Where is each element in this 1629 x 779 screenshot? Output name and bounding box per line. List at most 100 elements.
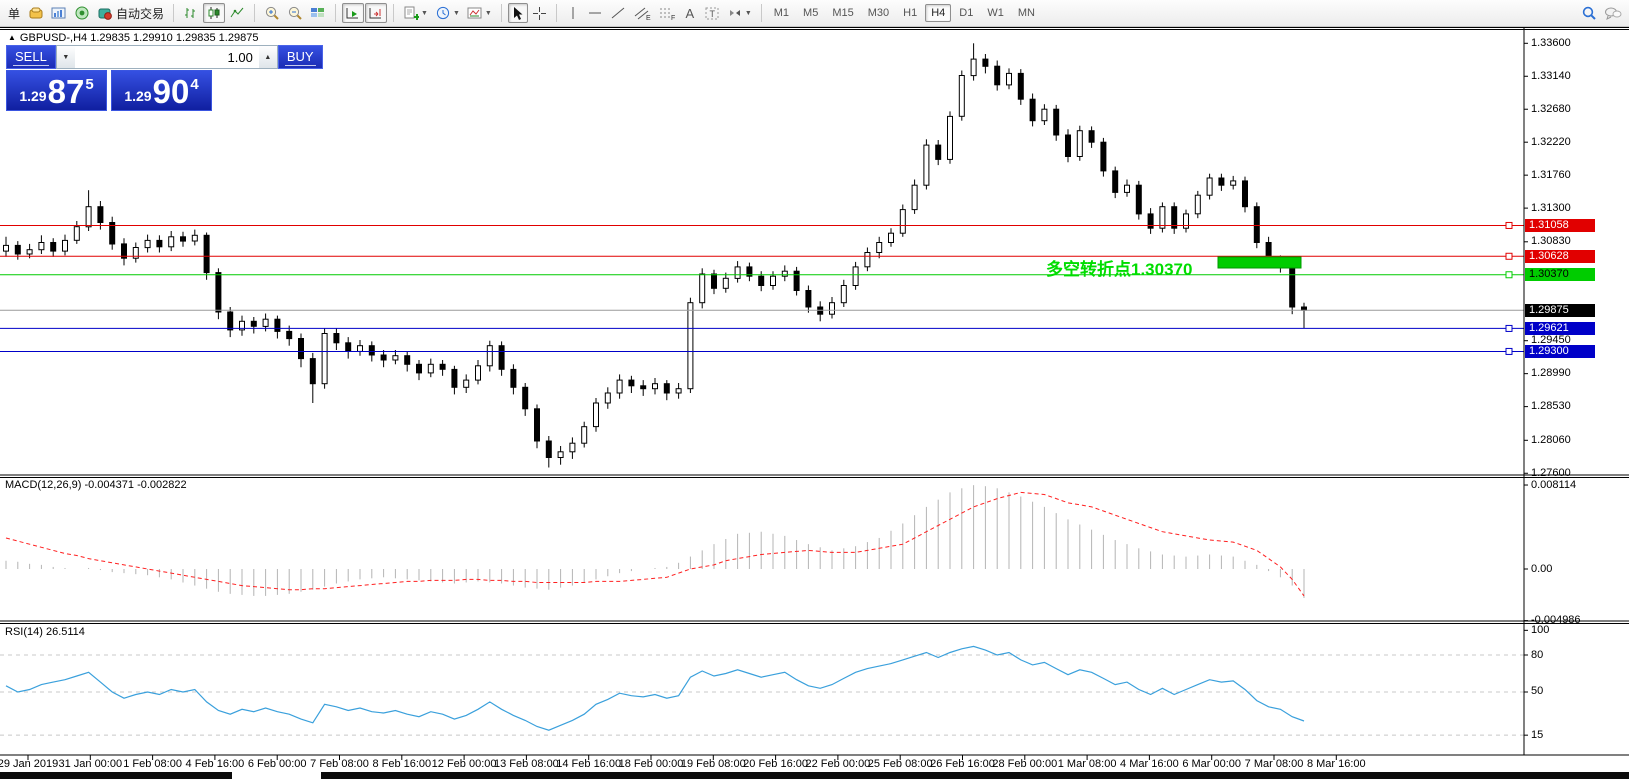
chat-icon[interactable] bbox=[1601, 3, 1625, 23]
time-axis-label[interactable]: 20 Feb 16:00 bbox=[743, 758, 808, 770]
chart-annotation-text[interactable]: 多空转折点1.30370 bbox=[1046, 255, 1192, 280]
time-axis-label[interactable]: 26 Feb 16:00 bbox=[930, 758, 995, 770]
text-label-icon[interactable]: T bbox=[701, 3, 723, 23]
timeframe-button-m15[interactable]: M15 bbox=[826, 4, 859, 22]
price-level-tag-1.30628[interactable]: 1.30628 bbox=[1525, 250, 1595, 263]
indicators-icon[interactable]: ▼ bbox=[400, 3, 431, 23]
volume-decrease-button[interactable]: ▼ bbox=[57, 46, 75, 68]
price-level-tag-1.29875[interactable]: 1.29875 bbox=[1525, 304, 1595, 317]
sell-button[interactable]: SELL bbox=[6, 45, 56, 69]
chart-window-border bbox=[0, 29, 1629, 30]
price-tick-label: 1.27600 bbox=[1531, 467, 1571, 479]
time-axis-label[interactable]: 28 Feb 00:00 bbox=[992, 758, 1057, 770]
time-axis-label[interactable]: 7 Mar 08:00 bbox=[1245, 758, 1304, 770]
new-order-button[interactable]: 单 bbox=[4, 3, 24, 23]
toolbar-separator bbox=[335, 4, 336, 22]
chevron-down-icon: ▼ bbox=[421, 10, 428, 17]
mt4-terminal: 单 自动交易 bbox=[0, 0, 1629, 779]
timeframe-button-w1[interactable]: W1 bbox=[981, 4, 1010, 22]
time-axis-label[interactable]: 7 Feb 08:00 bbox=[310, 758, 369, 770]
autotrading-label: 自动交易 bbox=[116, 5, 164, 22]
search-icon[interactable] bbox=[1578, 3, 1600, 23]
price-level-tag-1.29300[interactable]: 1.29300 bbox=[1525, 345, 1595, 358]
line-chart-icon[interactable] bbox=[226, 3, 248, 23]
autotrading-button[interactable]: 自动交易 bbox=[94, 3, 167, 23]
toolbar-separator bbox=[556, 4, 557, 22]
tile-windows-icon[interactable] bbox=[307, 3, 329, 23]
horizontal-line-icon[interactable] bbox=[584, 3, 606, 23]
gold-cube-icon[interactable] bbox=[25, 3, 47, 23]
equidistant-channel-icon[interactable]: E bbox=[630, 3, 654, 23]
price-level-tag-1.29621[interactable]: 1.29621 bbox=[1525, 322, 1595, 335]
chart-window-icon[interactable] bbox=[48, 3, 70, 23]
chart-canvas[interactable] bbox=[0, 0, 1629, 779]
timeframe-button-m5[interactable]: M5 bbox=[797, 4, 824, 22]
rsi-tick-label: 15 bbox=[1531, 729, 1543, 741]
text-icon[interactable]: A bbox=[680, 3, 700, 23]
trendline-icon[interactable] bbox=[607, 3, 629, 23]
rsi-tick-label: 80 bbox=[1531, 649, 1543, 661]
one-click-trading-panel: SELL ▼ ▲ BUY 1.29875 1.29904 bbox=[6, 45, 212, 111]
fibonacci-icon[interactable]: F bbox=[655, 3, 679, 23]
time-axis-label[interactable]: 12 Feb 00:00 bbox=[432, 758, 497, 770]
time-axis-label[interactable]: 19 Feb 08:00 bbox=[681, 758, 746, 770]
time-axis-label[interactable]: 13 Feb 08:00 bbox=[494, 758, 559, 770]
timeframe-button-mn[interactable]: MN bbox=[1012, 4, 1041, 22]
price-level-tag-1.30370[interactable]: 1.30370 bbox=[1525, 268, 1595, 281]
time-axis-label[interactable]: 31 Jan 00:00 bbox=[58, 758, 122, 770]
time-axis-label[interactable]: 6 Mar 00:00 bbox=[1182, 758, 1241, 770]
timeframe-button-m1[interactable]: M1 bbox=[768, 4, 795, 22]
toolbar-separator bbox=[254, 4, 255, 22]
time-axis-label[interactable]: 22 Feb 00:00 bbox=[805, 758, 870, 770]
candlestick-chart-icon[interactable] bbox=[203, 3, 225, 23]
time-axis-label[interactable]: 8 Feb 16:00 bbox=[372, 758, 431, 770]
timeframe-button-d1[interactable]: D1 bbox=[953, 4, 979, 22]
panel-collapse-arrow[interactable]: ▲ bbox=[8, 33, 16, 42]
time-axis-label[interactable]: 4 Mar 16:00 bbox=[1120, 758, 1179, 770]
bar-chart-icon[interactable] bbox=[180, 3, 202, 23]
chevron-down-icon: ▼ bbox=[453, 10, 460, 17]
level-anchor-square bbox=[1506, 325, 1512, 331]
chart-title: ▲GBPUSD-,H4 1.29835 1.29910 1.29835 1.29… bbox=[8, 32, 258, 44]
signal-icon[interactable] bbox=[71, 3, 93, 23]
timeframe-button-h4[interactable]: H4 bbox=[925, 4, 951, 22]
arrows-icon[interactable]: ▼ bbox=[724, 3, 755, 23]
time-axis-label[interactable]: 1 Feb 08:00 bbox=[123, 758, 182, 770]
chart-shift-icon[interactable] bbox=[365, 3, 387, 23]
buy-price[interactable]: 1.29904 bbox=[111, 70, 212, 111]
buy-button[interactable]: BUY bbox=[278, 45, 323, 69]
level-anchor-square bbox=[1506, 272, 1512, 278]
sell-price[interactable]: 1.29875 bbox=[6, 70, 107, 111]
timeframe-button-m30[interactable]: M30 bbox=[862, 4, 895, 22]
price-tick-label: 1.32680 bbox=[1531, 103, 1571, 115]
rsi-tick-label: 100 bbox=[1531, 624, 1549, 636]
time-axis-label[interactable]: 4 Feb 16:00 bbox=[186, 758, 245, 770]
zoom-in-icon[interactable] bbox=[261, 3, 283, 23]
crosshair-icon[interactable] bbox=[529, 3, 550, 23]
volume-input[interactable] bbox=[75, 46, 259, 68]
macd-pane bbox=[6, 485, 1304, 598]
templates-icon[interactable]: ▼ bbox=[464, 3, 495, 23]
rsi-line bbox=[6, 646, 1304, 730]
toolbar-separator bbox=[761, 4, 762, 22]
zoom-out-icon[interactable] bbox=[284, 3, 306, 23]
svg-text:E: E bbox=[646, 15, 651, 21]
time-axis-label[interactable]: 29 Jan 2019 bbox=[0, 758, 58, 770]
timeframe-button-h1[interactable]: H1 bbox=[897, 4, 923, 22]
time-axis-label[interactable]: 1 Mar 08:00 bbox=[1058, 758, 1117, 770]
chevron-down-icon: ▼ bbox=[485, 10, 492, 17]
volume-increase-button[interactable]: ▲ bbox=[259, 46, 277, 68]
time-axis-label[interactable]: 8 Mar 16:00 bbox=[1307, 758, 1366, 770]
time-axis-label[interactable]: 25 Feb 08:00 bbox=[868, 758, 933, 770]
price-tick-label: 1.33140 bbox=[1531, 70, 1571, 82]
toolbar-separator bbox=[173, 4, 174, 22]
auto-scroll-icon[interactable] bbox=[342, 3, 364, 23]
periods-icon[interactable]: ▼ bbox=[432, 3, 463, 23]
time-axis-label[interactable]: 18 Feb 00:00 bbox=[619, 758, 684, 770]
level-anchor-square bbox=[1506, 253, 1512, 259]
vertical-line-icon[interactable] bbox=[563, 3, 583, 23]
time-axis-label[interactable]: 6 Feb 00:00 bbox=[248, 758, 307, 770]
cursor-icon[interactable] bbox=[508, 3, 528, 23]
time-axis-label[interactable]: 14 Feb 16:00 bbox=[556, 758, 621, 770]
price-level-tag-1.31058[interactable]: 1.31058 bbox=[1525, 219, 1595, 232]
